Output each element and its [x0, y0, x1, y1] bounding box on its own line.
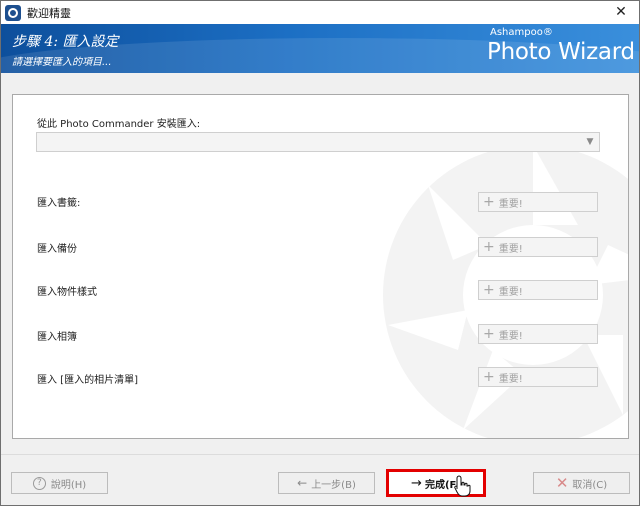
brand-product: Photo Wizard: [487, 39, 635, 65]
help-button[interactable]: ? 說明(H): [11, 472, 108, 494]
title-bar: 歡迎精靈 ✕: [1, 1, 639, 24]
close-icon: ✕: [555, 474, 569, 492]
help-icon: ?: [32, 476, 46, 490]
back-button[interactable]: ← 上一步(B): [278, 472, 375, 494]
source-label: 從此 Photo Commander 安裝匯入:: [37, 119, 201, 130]
import-albums-button-label: 重要!: [498, 330, 523, 342]
import-photo-list-button-label: 重要!: [498, 373, 523, 385]
brand-company: Ashampoo®: [490, 27, 553, 38]
plus-icon: +: [483, 369, 495, 385]
wizard-header-banner: 步驟 4: 匯入設定 請選擇要匯入的項目... Ashampoo® Photo …: [1, 24, 639, 73]
step-title: 步驟 4: 匯入設定: [12, 34, 119, 50]
cancel-button-label: 取消(C): [572, 479, 608, 491]
footer-divider: [1, 454, 639, 455]
import-photo-list-button[interactable]: + 重要!: [478, 367, 598, 387]
arrow-right-icon: →: [411, 475, 422, 491]
import-photo-list-label: 匯入 [匯入的相片清單]: [37, 375, 138, 386]
import-albums-label: 匯入相簿: [37, 332, 77, 343]
cancel-button[interactable]: ✕ 取消(C): [533, 472, 630, 494]
plus-icon: +: [483, 239, 495, 255]
step-subtitle: 請選擇要匯入的項目...: [12, 57, 112, 68]
welcome-wizard-window: 歡迎精靈 ✕ 步驟 4: 匯入設定 請選擇要匯入的項目... Ashampoo®…: [0, 0, 640, 506]
hand-cursor-icon: [454, 475, 471, 497]
app-logo-icon: [5, 4, 21, 21]
import-object-styles-label: 匯入物件樣式: [37, 287, 97, 298]
import-backup-button-label: 重要!: [498, 243, 523, 255]
import-backup-button[interactable]: + 重要!: [478, 237, 598, 257]
import-bookmarks-label: 匯入書籤:: [37, 198, 81, 209]
arrow-left-icon: ←: [297, 476, 308, 490]
import-backup-label: 匯入備份: [37, 244, 77, 255]
source-installation-dropdown[interactable]: ▼: [36, 132, 600, 152]
back-button-label: 上一步(B): [311, 479, 356, 491]
plus-icon: +: [483, 282, 495, 298]
chevron-down-icon: ▼: [586, 137, 594, 147]
import-object-styles-button-label: 重要!: [498, 286, 523, 298]
plus-icon: +: [483, 194, 495, 210]
close-window-button[interactable]: ✕: [609, 3, 633, 21]
plus-icon: +: [483, 326, 495, 342]
window-title: 歡迎精靈: [27, 6, 71, 20]
import-albums-button[interactable]: + 重要!: [478, 324, 598, 344]
finish-button[interactable]: → 完成(F): [386, 469, 486, 497]
help-button-label: 說明(H): [50, 479, 87, 491]
import-bookmarks-button-label: 重要!: [498, 198, 523, 210]
import-object-styles-button[interactable]: + 重要!: [478, 280, 598, 300]
import-bookmarks-button[interactable]: + 重要!: [478, 192, 598, 212]
import-settings-panel: 從此 Photo Commander 安裝匯入: ▼ 匯入書籤: + 重要! 匯…: [12, 94, 629, 439]
